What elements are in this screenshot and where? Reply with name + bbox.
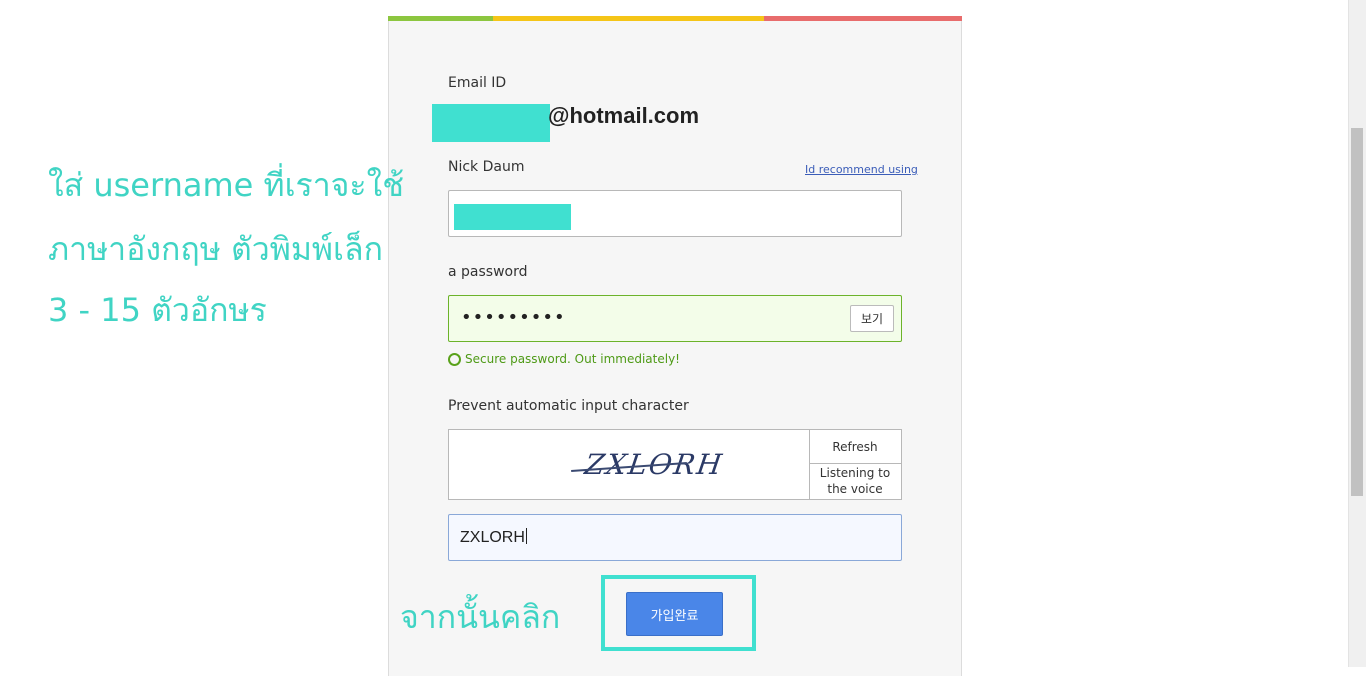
nick-label: Nick Daum <box>448 159 525 175</box>
topbar-green <box>388 16 493 21</box>
scrollbar-thumb[interactable] <box>1351 128 1363 496</box>
captcha-input[interactable]: ZXLORH <box>448 514 902 561</box>
check-circle-icon <box>448 353 461 366</box>
topbar-yellow <box>493 16 764 21</box>
password-label: a password <box>448 264 528 280</box>
signup-complete-button[interactable]: 가입완료 <box>626 592 723 636</box>
email-domain: @hotmail.com <box>548 103 700 128</box>
captcha-input-value: ZXLORH <box>460 529 525 546</box>
text-caret <box>525 528 527 544</box>
top-color-bar <box>388 16 962 21</box>
annotation-line-1: ใส่ username ที่เราจะใช้ <box>48 166 404 204</box>
annotation-line-3: 3 - 15 ตัวอักษร <box>48 291 267 329</box>
captcha-box: ZXLORH Refresh Listening to the voice <box>448 429 902 500</box>
email-redaction <box>432 104 550 142</box>
annotation-click-hint: จากนั้นคลิก <box>400 598 561 636</box>
id-recommend-link[interactable]: Id recommend using <box>805 163 918 176</box>
captcha-label: Prevent automatic input character <box>448 398 689 414</box>
nick-redaction <box>454 204 571 230</box>
password-input[interactable]: ••••••••• 보기 <box>448 295 902 342</box>
vertical-scrollbar[interactable] <box>1348 0 1366 667</box>
nick-input[interactable] <box>448 190 902 237</box>
show-password-button[interactable]: 보기 <box>850 305 894 332</box>
email-label: Email ID <box>448 75 507 91</box>
topbar-red <box>764 16 962 21</box>
annotation-line-2: ภาษาอังกฤษ ตัวพิมพ์เล็ก <box>48 230 383 268</box>
refresh-button[interactable]: Refresh <box>809 430 901 464</box>
captcha-input-text: ZXLORH <box>460 528 527 547</box>
listen-voice-button[interactable]: Listening to the voice <box>809 464 901 499</box>
captcha-image: ZXLORH <box>449 430 810 499</box>
password-value: ••••••••• <box>461 307 566 328</box>
password-status: Secure password. Out immediately! <box>465 352 680 366</box>
